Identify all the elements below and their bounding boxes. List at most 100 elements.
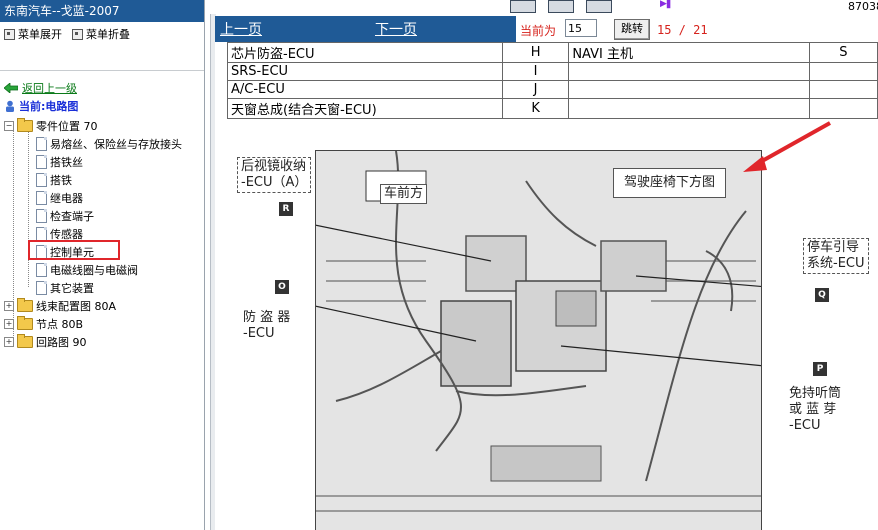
tree-item-label: 搭铁丝 xyxy=(50,156,83,169)
tree-node-label: 零件位置 70 xyxy=(36,120,98,133)
toolbar-button-2[interactable] xyxy=(548,0,574,13)
table-cell xyxy=(808,62,878,81)
play-icon: ▶▌ xyxy=(660,0,674,9)
handsfree-ecu-label-line3: -ECU xyxy=(789,418,821,433)
table-row: 天窗总成(结合天窗-ECU) K xyxy=(227,98,878,119)
page-code: 87038205 xyxy=(848,0,878,13)
current-location: 当前:电路图 xyxy=(4,98,78,114)
tree-item-label: 易熔丝、保险丝与存放接头 xyxy=(50,138,182,151)
current-location-label: 当前:电路图 xyxy=(19,100,79,113)
handsfree-ecu-label: 免持听筒 或 蓝 芽 -ECU xyxy=(789,386,841,434)
document-icon xyxy=(36,173,47,187)
back-link-label: 返回上一级 xyxy=(22,82,77,95)
immobilizer-ecu-label-line2: -ECU xyxy=(243,326,275,341)
collapse-toggle-icon[interactable]: − xyxy=(4,121,14,131)
document-view: 芯片防盗-ECU H NAVI 主机 S SRS-ECU I A/C-ECU J… xyxy=(215,42,878,530)
table-cell xyxy=(808,80,878,99)
back-link[interactable]: 返回上一级 xyxy=(4,80,77,96)
tree-node-circuits[interactable]: + 回路图 90 xyxy=(4,334,87,350)
table-row: SRS-ECU I xyxy=(227,62,878,81)
current-page-label: 当前为 xyxy=(520,24,557,38)
page-jump-area: 当前为 跳转 15 / 21 xyxy=(516,16,878,43)
table-cell: 芯片防盗-ECU xyxy=(227,42,503,63)
collapse-menu-button[interactable]: 菜单折叠 xyxy=(72,26,130,42)
expand-toggle-icon[interactable]: + xyxy=(4,301,14,311)
table-cell xyxy=(808,98,878,119)
front-direction-label: 车前方 xyxy=(380,184,428,204)
tree-node-parts-location[interactable]: − 零件位置 70 xyxy=(4,118,98,134)
marker-o: O xyxy=(275,280,289,294)
red-arrow-annotation xyxy=(743,121,831,172)
tree-node-label: 节点 80B xyxy=(36,318,84,331)
tree-node-label: 线束配置图 80A xyxy=(36,300,117,313)
marker-q: Q xyxy=(815,288,829,302)
tree-node-nodes[interactable]: + 节点 80B xyxy=(4,316,83,332)
collapse-icon xyxy=(72,28,83,40)
table-cell: 天窗总成(结合天窗-ECU) xyxy=(227,98,503,119)
mirror-ecu-label-line2: -ECU（A） xyxy=(241,175,308,190)
tree-item-label: 搭铁 xyxy=(50,174,72,187)
tree-item-other-devices[interactable]: 其它装置 xyxy=(36,280,94,296)
table-cell: NAVI 主机 xyxy=(568,42,810,63)
parking-ecu-label: 停车引导 系统-ECU xyxy=(803,238,869,274)
tree-item-relay[interactable]: 继电器 xyxy=(36,190,83,206)
tree-item-ground[interactable]: 搭铁 xyxy=(36,172,72,188)
table-cell: S xyxy=(808,42,878,63)
parts-table: 芯片防盗-ECU H NAVI 主机 S SRS-ECU I A/C-ECU J… xyxy=(227,42,878,119)
immobilizer-ecu-label: 防 盗 器 -ECU xyxy=(243,310,290,342)
folder-icon xyxy=(17,334,33,348)
sidebar-title: 东南汽车--戈蓝-2007 xyxy=(0,0,204,22)
document-icon xyxy=(36,137,47,151)
sidebar-divider xyxy=(0,70,204,71)
document-icon xyxy=(36,227,47,241)
jump-button[interactable]: 跳转 xyxy=(614,19,650,40)
document-icon xyxy=(36,263,47,277)
page-number-input[interactable] xyxy=(565,19,597,37)
tree-item-label: 电磁线圈与电磁阀 xyxy=(50,264,138,277)
table-row: 芯片防盗-ECU H NAVI 主机 S xyxy=(227,42,878,63)
tree-item-solenoid[interactable]: 电磁线圈与电磁阀 xyxy=(36,262,138,278)
table-cell xyxy=(568,62,810,81)
tree-item-label: 继电器 xyxy=(50,192,83,205)
page-navigation-bar: 上一页 下一页 当前为 跳转 15 / 21 xyxy=(215,16,878,43)
tree-item-check-terminal[interactable]: 检查端子 xyxy=(36,208,94,224)
next-page-link[interactable]: 下一页 xyxy=(375,19,417,39)
tree-node-harness[interactable]: + 线束配置图 80A xyxy=(4,298,116,314)
tree-item-ground-wire[interactable]: 搭铁丝 xyxy=(36,154,83,170)
menu-bar: 菜单展开 菜单折叠 xyxy=(0,22,204,46)
document-icon xyxy=(36,281,47,295)
table-row: A/C-ECU J xyxy=(227,80,878,99)
toolbar-strip: ▶▌ 87038205 xyxy=(205,0,878,14)
table-cell: J xyxy=(501,80,570,99)
tree-item-label: 检查端子 xyxy=(50,210,94,223)
parking-ecu-label-line1: 停车引导 xyxy=(807,240,860,255)
tree-item-fuse[interactable]: 易熔丝、保险丝与存放接头 xyxy=(36,136,182,152)
document-icon xyxy=(36,191,47,205)
toolbar-button-3[interactable] xyxy=(586,0,612,13)
table-cell xyxy=(568,80,810,99)
folder-open-icon xyxy=(17,118,33,132)
folder-icon xyxy=(17,298,33,312)
expand-icon xyxy=(4,28,15,40)
seat-view-label: 驾驶座椅下方图 xyxy=(613,168,727,198)
tree-item-label: 其它装置 xyxy=(50,282,94,295)
tree-node-label: 回路图 90 xyxy=(36,336,87,349)
prev-page-link[interactable]: 上一页 xyxy=(220,19,262,39)
table-cell: H xyxy=(501,42,570,63)
photo-sketch xyxy=(316,151,761,530)
table-cell: K xyxy=(501,98,570,119)
expand-menu-label: 菜单展开 xyxy=(18,28,62,41)
expand-toggle-icon[interactable]: + xyxy=(4,319,14,329)
handsfree-ecu-label-line1: 免持听筒 xyxy=(789,386,842,401)
expand-toggle-icon[interactable]: + xyxy=(4,337,14,347)
person-icon xyxy=(6,100,14,112)
parking-ecu-label-line2: 系统-ECU xyxy=(807,256,865,271)
page-count: 15 / 21 xyxy=(657,23,708,37)
expand-menu-button[interactable]: 菜单展开 xyxy=(4,26,62,42)
table-cell: A/C-ECU xyxy=(227,80,503,99)
document-icon xyxy=(36,155,47,169)
folder-icon xyxy=(17,316,33,330)
table-cell: I xyxy=(501,62,570,81)
handsfree-ecu-label-line2: 或 蓝 芽 xyxy=(789,402,837,417)
toolbar-button-1[interactable] xyxy=(510,0,536,13)
